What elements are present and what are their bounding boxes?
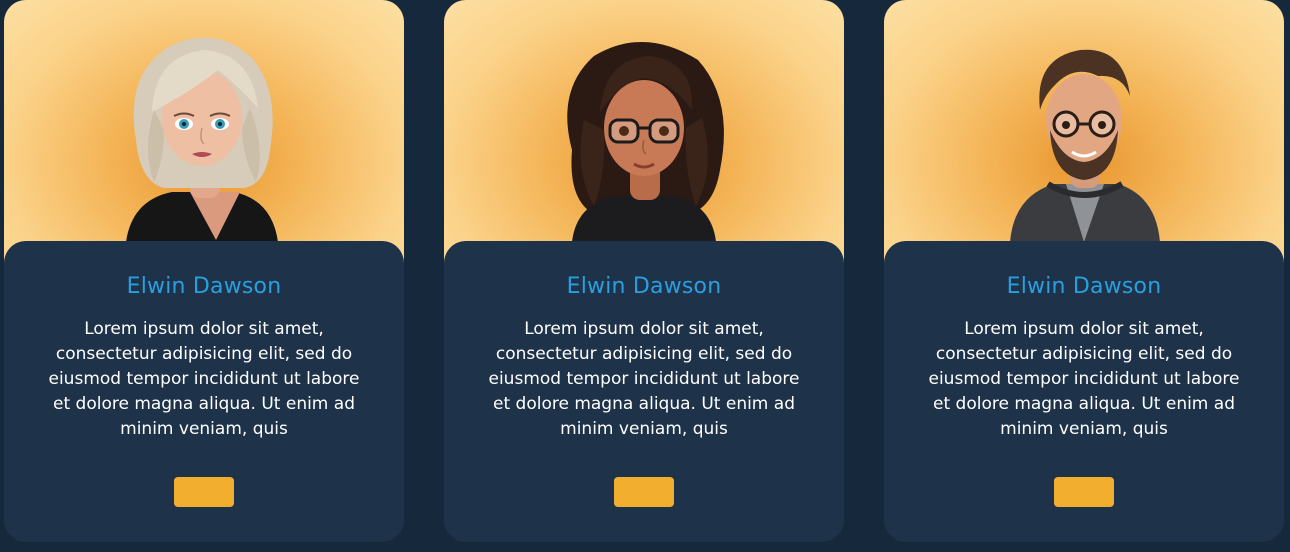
profile-name: Elwin Dawson (566, 274, 722, 299)
profile-name: Elwin Dawson (1006, 274, 1162, 299)
profile-card: Elwin Dawson Lorem ipsum dolor sit amet,… (4, 0, 404, 542)
avatar-man-glasses (1010, 49, 1160, 242)
avatar-woman-glasses (567, 41, 724, 242)
profile-name: Elwin Dawson (126, 274, 282, 299)
card-content: Elwin Dawson Lorem ipsum dolor sit amet,… (884, 241, 1284, 542)
profile-card: Elwin Dawson Lorem ipsum dolor sit amet,… (444, 0, 844, 542)
card-content: Elwin Dawson Lorem ipsum dolor sit amet,… (4, 241, 404, 542)
card-content: Elwin Dawson Lorem ipsum dolor sit amet,… (444, 241, 844, 542)
card-button[interactable] (174, 477, 234, 507)
profile-description: Lorem ipsum dolor sit amet, consectetur … (48, 319, 360, 439)
avatar (4, 0, 404, 262)
profile-description: Lorem ipsum dolor sit amet, consectetur … (928, 319, 1240, 439)
avatar (444, 0, 844, 262)
profile-cards: Elwin Dawson Lorem ipsum dolor sit amet,… (0, 0, 1290, 552)
profile-card: Elwin Dawson Lorem ipsum dolor sit amet,… (884, 0, 1284, 542)
card-button[interactable] (614, 477, 674, 507)
profile-description: Lorem ipsum dolor sit amet, consectetur … (488, 319, 800, 439)
card-button[interactable] (1054, 477, 1114, 507)
avatar (884, 0, 1284, 262)
avatar-woman-blonde (126, 37, 278, 242)
